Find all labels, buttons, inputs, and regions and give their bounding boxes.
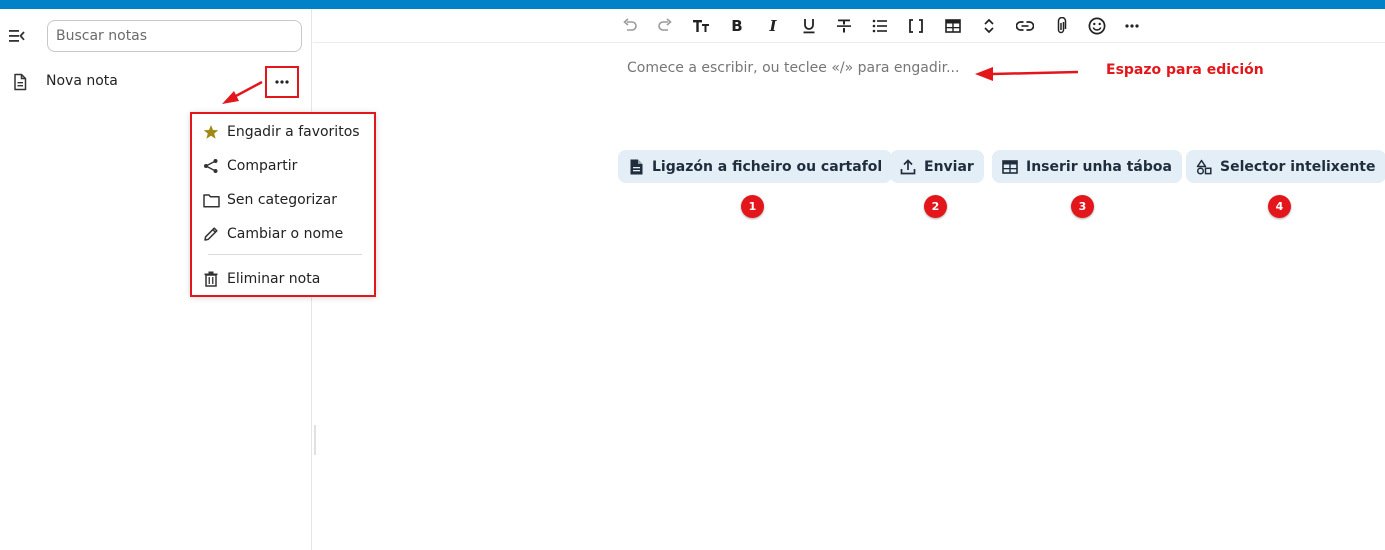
attachment-button[interactable] — [1048, 13, 1074, 39]
file-icon — [630, 159, 642, 174]
strikethrough-icon — [837, 19, 851, 33]
document-icon — [14, 73, 27, 91]
menu-item-label: Sen categorizar — [227, 192, 337, 208]
annotation-label: Espazo para edición — [1106, 62, 1264, 78]
italic-icon: I — [769, 17, 777, 35]
annotation-badge-4: 4 — [1268, 195, 1291, 218]
editor-toolbar: B I — [313, 9, 1385, 43]
expand-button[interactable] — [976, 13, 1002, 39]
heading-icon — [693, 20, 709, 32]
link-icon — [1016, 21, 1034, 31]
sidebar-resize-handle[interactable] — [314, 425, 316, 455]
action-label: Ligazón a ficheiro ou cartafol — [652, 158, 883, 175]
action-label: Selector intelixente — [1220, 158, 1376, 175]
trash-icon — [204, 271, 218, 287]
table-button[interactable] — [940, 13, 966, 39]
more-icon — [1125, 24, 1139, 28]
redo-icon — [658, 18, 672, 31]
more-options-button[interactable] — [1119, 13, 1145, 39]
editor-content[interactable]: Comece a escribir, ou teclee «/» para en… — [627, 60, 1127, 84]
toggle-sidebar-button[interactable] — [4, 23, 30, 49]
annotation-badge-2: 2 — [924, 195, 947, 218]
smart-picker-button[interactable]: Selector intelixente — [1186, 150, 1385, 183]
attachment-icon — [1057, 17, 1067, 34]
action-label: Enviar — [924, 158, 974, 175]
folder-icon — [202, 193, 220, 208]
menu-item-label: Compartir — [227, 158, 298, 174]
upload-icon — [900, 158, 916, 174]
expand-icon — [984, 18, 994, 34]
note-actions-button[interactable] — [265, 66, 299, 98]
bullet-list-icon — [872, 19, 887, 33]
menu-divider — [208, 254, 362, 255]
link-file-button[interactable]: Ligazón a ficheiro ou cartafol — [618, 150, 893, 183]
note-list-item[interactable]: Nova nota — [0, 63, 312, 101]
star-icon — [203, 125, 219, 139]
heading-button[interactable] — [688, 13, 714, 39]
table-icon — [1002, 159, 1018, 174]
underline-icon — [803, 19, 815, 34]
undo-button[interactable] — [617, 13, 643, 39]
menu-item-label: Cambiar o nome — [227, 226, 344, 242]
pencil-icon — [204, 227, 218, 241]
menu-item-label: Engadir a favoritos — [227, 124, 360, 140]
upload-button[interactable]: Enviar — [890, 150, 984, 183]
shapes-icon — [1196, 159, 1212, 175]
share-icon — [204, 159, 218, 173]
note-title: Nova nota — [46, 73, 118, 89]
table-icon — [945, 19, 961, 33]
note-actions-menu: Engadir a favoritos Compartir Sen catego… — [190, 112, 376, 297]
insert-table-button[interactable]: Inserir unha táboa — [992, 150, 1182, 183]
strikethrough-button[interactable] — [831, 13, 857, 39]
emoji-button[interactable] — [1084, 13, 1110, 39]
bold-button[interactable]: B — [724, 13, 750, 39]
code-icon — [909, 19, 923, 33]
undo-icon — [623, 18, 637, 31]
menu-item-label: Eliminar nota — [227, 271, 321, 287]
more-icon — [275, 80, 289, 84]
menu-item-share[interactable]: Compartir — [192, 151, 374, 181]
link-button[interactable] — [1012, 13, 1038, 39]
action-label: Inserir unha táboa — [1026, 158, 1172, 175]
annotation-badge-1: 1 — [741, 195, 764, 218]
collapse-sidebar-icon — [9, 30, 25, 42]
menu-item-rename[interactable]: Cambiar o nome — [192, 219, 374, 249]
redo-button[interactable] — [652, 13, 678, 39]
menu-item-add-favorite[interactable]: Engadir a favoritos — [192, 117, 374, 147]
search-notes-input[interactable] — [47, 20, 302, 52]
emoji-icon — [1088, 17, 1106, 35]
underline-button[interactable] — [796, 13, 822, 39]
annotation-badge-3: 3 — [1071, 195, 1094, 218]
code-block-button[interactable] — [903, 13, 929, 39]
italic-button[interactable]: I — [760, 13, 786, 39]
menu-item-delete[interactable]: Eliminar nota — [192, 264, 374, 294]
bold-icon: B — [731, 17, 743, 35]
bullet-list-button[interactable] — [867, 13, 893, 39]
menu-item-category[interactable]: Sen categorizar — [192, 185, 374, 215]
app-header-bar — [0, 0, 1385, 9]
editor-placeholder: Comece a escribir, ou teclee «/» para en… — [627, 60, 960, 76]
